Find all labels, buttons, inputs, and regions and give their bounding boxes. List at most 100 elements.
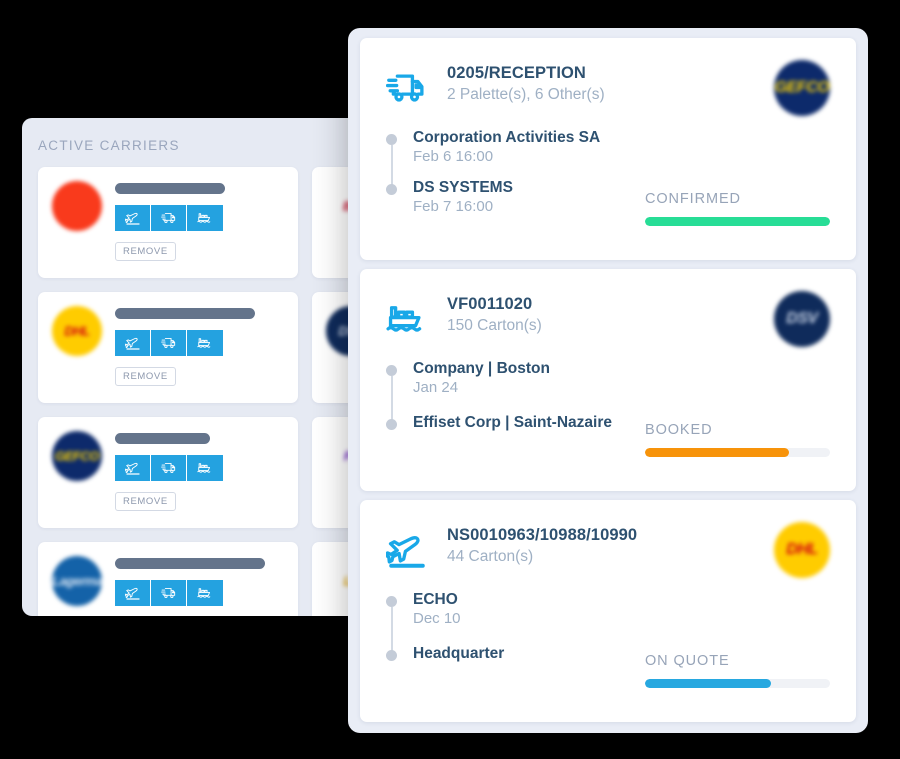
carrier-card[interactable]: BLREMOVE bbox=[312, 167, 352, 278]
status-progress-fill bbox=[645, 679, 771, 688]
plane-icon bbox=[124, 335, 141, 351]
timeline-dot-icon bbox=[386, 365, 397, 376]
carrier-details: REMOVE bbox=[115, 431, 298, 528]
status-badge: ON QUOTE bbox=[645, 653, 830, 688]
timeline-origin: ECHO Dec 10 bbox=[386, 591, 830, 627]
mode-toggle-ship[interactable] bbox=[187, 205, 223, 231]
transport-mode-group bbox=[115, 330, 223, 356]
carrier-logo-gefco: GEFCO bbox=[774, 60, 830, 116]
timeline-dot-icon bbox=[386, 650, 397, 661]
carrier-logo-lagermax: Lagermax bbox=[52, 556, 102, 606]
timeline-dot-icon bbox=[386, 184, 397, 195]
transport-mode-group bbox=[115, 580, 223, 606]
carrier-card[interactable]: REMOVE bbox=[38, 167, 298, 278]
carrier-card[interactable]: Lagermax bbox=[38, 542, 298, 616]
mode-toggle-plane[interactable] bbox=[115, 455, 151, 481]
shipment-reference: VF0011020 bbox=[447, 295, 533, 313]
shipment-quantity: 44 Carton(s) bbox=[447, 548, 534, 565]
shipments-panel: 0205/RECEPTION 2 Palette(s), 6 Other(s) GE… bbox=[348, 28, 868, 733]
plane-icon bbox=[124, 210, 141, 226]
shipment-card[interactable]: VF0011020 150 Carton(s) DSV Company | Bosto… bbox=[360, 269, 856, 491]
plane-icon bbox=[124, 460, 141, 476]
plane-icon bbox=[386, 526, 430, 571]
status-badge: BOOKED bbox=[645, 422, 830, 457]
status-label: ON QUOTE bbox=[645, 653, 730, 669]
carrier-logo-gefco: GEFCO bbox=[52, 431, 102, 481]
mode-toggle-truck[interactable] bbox=[151, 580, 187, 606]
timeline-origin: Company | Boston Jan 24 bbox=[386, 360, 830, 396]
carrier-card[interactable]: DHL REMOVE bbox=[38, 292, 298, 403]
status-progress-fill bbox=[645, 448, 790, 457]
mode-toggle-ship[interactable] bbox=[187, 455, 223, 481]
shipment-titles: 0205/RECEPTION 2 Palette(s), 6 Other(s) bbox=[447, 64, 830, 104]
mode-toggle-ship[interactable] bbox=[187, 580, 223, 606]
transport-mode-group bbox=[115, 205, 223, 231]
origin-text: Corporation Activities SA Feb 6 16:00 bbox=[413, 129, 830, 165]
carriers-grid: REMOVE BLREMOVE DHL REMOVE DSVREMOVE GEFCO REM… bbox=[22, 167, 352, 616]
mode-toggle-plane[interactable] bbox=[115, 330, 151, 356]
shipment-quantity: 2 Palette(s), 6 Other(s) bbox=[447, 86, 605, 103]
ship-icon bbox=[197, 210, 213, 226]
truck-icon bbox=[386, 64, 430, 109]
truck-icon bbox=[160, 460, 177, 476]
origin-text: Company | Boston Jan 24 bbox=[413, 360, 830, 396]
active-carriers-panel: ACTIVE CARRIERS REMOVEBLREMOVEDHLREMOVED… bbox=[22, 118, 352, 616]
timeline-origin: Corporation Activities SA Feb 6 16:00 bbox=[386, 129, 830, 165]
carrier-name-placeholder bbox=[115, 433, 210, 444]
carrier-card[interactable]: Lu bbox=[312, 542, 352, 616]
origin-name: Corporation Activities SA bbox=[413, 129, 601, 146]
plane-icon bbox=[124, 585, 141, 601]
mode-toggle-truck[interactable] bbox=[151, 330, 187, 356]
truck-icon bbox=[160, 335, 177, 351]
carrier-logo-dhl: DHL bbox=[52, 306, 102, 356]
carrier-logo-red bbox=[52, 181, 102, 231]
ship-icon bbox=[197, 460, 213, 476]
timeline-dot-icon bbox=[386, 419, 397, 430]
status-label: BOOKED bbox=[645, 422, 713, 438]
carrier-name-placeholder bbox=[115, 558, 265, 569]
timeline-dot-icon bbox=[386, 596, 397, 607]
carrier-name-placeholder bbox=[115, 183, 225, 194]
ship-icon bbox=[386, 295, 430, 340]
origin-text: ECHO Dec 10 bbox=[413, 591, 830, 627]
carrier-details: REMOVE bbox=[115, 181, 298, 278]
ship-icon bbox=[197, 335, 213, 351]
screen: ACTIVE CARRIERS REMOVEBLREMOVEDHLREMOVED… bbox=[0, 0, 900, 759]
transport-mode-group bbox=[115, 455, 223, 481]
timeline-connector bbox=[391, 607, 393, 655]
origin-date: Feb 6 16:00 bbox=[413, 148, 494, 165]
truck-icon bbox=[160, 210, 177, 226]
mode-toggle-plane[interactable] bbox=[115, 205, 151, 231]
shipment-header: 0205/RECEPTION 2 Palette(s), 6 Other(s) bbox=[386, 64, 830, 109]
remove-carrier-button[interactable]: REMOVE bbox=[115, 492, 176, 511]
carrier-card[interactable]: GEFCO REMOVE bbox=[38, 417, 298, 528]
mode-toggle-truck[interactable] bbox=[151, 205, 187, 231]
shipment-card[interactable]: NS0010963/10988/10990 44 Carton(s) DHL ECHO… bbox=[360, 500, 856, 722]
status-badge: CONFIRMED bbox=[645, 191, 830, 226]
shipment-card[interactable]: 0205/RECEPTION 2 Palette(s), 6 Other(s) GE… bbox=[360, 38, 856, 260]
timeline-dot-icon bbox=[386, 134, 397, 145]
origin-name: ECHO bbox=[413, 591, 458, 608]
mode-toggle-truck[interactable] bbox=[151, 455, 187, 481]
shipment-titles: VF0011020 150 Carton(s) bbox=[447, 295, 830, 335]
remove-carrier-button[interactable]: REMOVE bbox=[115, 367, 176, 386]
status-progress-track bbox=[645, 448, 830, 457]
shipment-titles: NS0010963/10988/10990 44 Carton(s) bbox=[447, 526, 830, 566]
origin-date: Dec 10 bbox=[413, 610, 461, 627]
shipment-reference: 0205/RECEPTION bbox=[447, 64, 586, 82]
carrier-details bbox=[115, 556, 298, 616]
shipment-header: NS0010963/10988/10990 44 Carton(s) bbox=[386, 526, 830, 571]
timeline-connector bbox=[391, 376, 393, 424]
status-progress-track bbox=[645, 679, 830, 688]
shipment-quantity: 150 Carton(s) bbox=[447, 317, 542, 334]
shipment-reference: NS0010963/10988/10990 bbox=[447, 526, 638, 544]
page-title: ACTIVE CARRIERS bbox=[38, 138, 180, 153]
carrier-card[interactable]: FxREMOVE bbox=[312, 417, 352, 528]
origin-name: Company | Boston bbox=[413, 360, 550, 377]
carrier-card[interactable]: DSVREMOVE bbox=[312, 292, 352, 403]
carrier-name-placeholder bbox=[115, 308, 255, 319]
mode-toggle-plane[interactable] bbox=[115, 580, 151, 606]
remove-carrier-button[interactable]: REMOVE bbox=[115, 242, 176, 261]
status-progress-track bbox=[645, 217, 830, 226]
mode-toggle-ship[interactable] bbox=[187, 330, 223, 356]
